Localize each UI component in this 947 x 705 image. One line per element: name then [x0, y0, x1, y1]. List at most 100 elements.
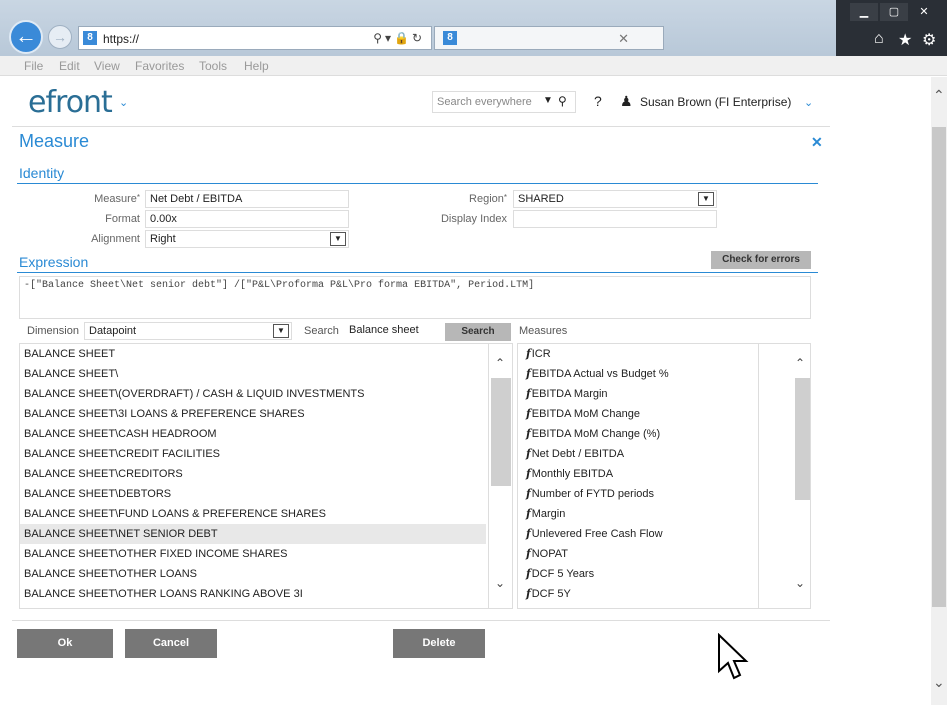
measure-list-item[interactable]: fEBITDA MoM Change (%): [518, 424, 756, 444]
datapoint-list-item[interactable]: BALANCE SHEET\DEBTORS: [20, 484, 486, 504]
maximize-button[interactable]: ▢: [880, 3, 908, 21]
measure-name: DCF 5Y: [531, 588, 571, 600]
scroll-thumb[interactable]: [491, 378, 511, 486]
measure-list-item[interactable]: fDCF 5Y: [518, 584, 756, 604]
star-icon[interactable]: ★: [898, 30, 912, 50]
user-chevron-down-icon[interactable]: ⌄: [804, 96, 813, 109]
display-index-input[interactable]: [513, 210, 717, 228]
scroll-down-icon[interactable]: ⌄: [933, 674, 945, 691]
search-icon[interactable]: ⚲: [558, 94, 567, 108]
measure-list-item[interactable]: fEBITDA MoM Change: [518, 404, 756, 424]
dialog-title: Measure: [19, 131, 90, 151]
scroll-thumb[interactable]: [932, 127, 946, 607]
measures-list-scrollbar[interactable]: ⌃ ⌄: [758, 344, 810, 608]
measure-list-item[interactable]: fDCF 5 Years: [518, 564, 756, 584]
home-icon[interactable]: ⌂: [874, 30, 884, 48]
search-button[interactable]: Search: [445, 323, 511, 341]
menu-edit[interactable]: Edit: [59, 59, 80, 73]
help-icon[interactable]: ?: [594, 93, 602, 109]
scroll-thumb[interactable]: [795, 378, 810, 500]
alignment-select[interactable]: Right ▼: [145, 230, 349, 248]
forward-button[interactable]: →: [48, 25, 72, 49]
search-dropdown-icon[interactable]: ▼: [543, 95, 553, 106]
menu-tools[interactable]: Tools: [199, 59, 227, 73]
scroll-up-icon[interactable]: ⌃: [795, 356, 805, 370]
ok-button[interactable]: Ok: [17, 629, 113, 658]
efront-logo[interactable]: efront: [28, 85, 113, 120]
menu-view[interactable]: View: [94, 59, 120, 73]
measure-list-item[interactable]: fEBITDA Margin: [518, 384, 756, 404]
function-icon: f: [526, 507, 531, 520]
datapoint-list[interactable]: BALANCE SHEET\OTHER LOANS RANKING ABOVE …: [19, 343, 513, 609]
datapoint-list-item[interactable]: BALANCE SHEET\(OVERDRAFT) / CASH & LIQUI…: [20, 384, 486, 404]
datapoint-list-item[interactable]: BALANCE SHEET\OTHER LOANS RANKING ABOVE …: [20, 584, 486, 604]
address-bar[interactable]: 8 https:// ⚲▾🔒↻: [78, 26, 432, 50]
datapoint-list-item[interactable]: BALANCE SHEET\CASH HEADROOM: [20, 424, 486, 444]
region-select[interactable]: SHARED ▼: [513, 190, 717, 208]
address-controls[interactable]: ⚲▾🔒↻: [373, 31, 425, 45]
measure-list-item[interactable]: fICR: [518, 344, 756, 364]
measure-list-item[interactable]: fNOPAT: [518, 544, 756, 564]
page-scrollbar[interactable]: ⌃ ⌄: [931, 77, 947, 705]
measure-name: EBITDA MoM Change: [531, 408, 640, 420]
datapoint-list-scrollbar[interactable]: ⌃ ⌄: [488, 344, 512, 608]
datapoint-list-item[interactable]: BALANCE SHEET\: [20, 364, 486, 384]
measure-list-item[interactable]: fUnlevered Free Cash Flow: [518, 524, 756, 544]
close-window-button[interactable]: ✕: [910, 3, 938, 21]
measure-label: Measure*: [94, 193, 140, 205]
tab-close-icon[interactable]: ✕: [618, 31, 629, 47]
format-input[interactable]: 0.00x: [145, 210, 349, 228]
scroll-up-icon[interactable]: ⌃: [495, 356, 505, 370]
cancel-button[interactable]: Cancel: [125, 629, 217, 658]
dimension-select[interactable]: Datapoint ▼: [84, 322, 292, 340]
datapoint-search-input[interactable]: Balance sheet: [345, 322, 445, 340]
search-label: Search: [304, 325, 339, 337]
back-button[interactable]: ←: [9, 20, 43, 54]
expression-textarea[interactable]: -["Balance Sheet\Net senior debt"] /["P&…: [19, 276, 811, 319]
logo-chevron-down-icon[interactable]: ⌄: [119, 96, 128, 109]
gear-icon[interactable]: ⚙: [922, 30, 936, 50]
measure-input[interactable]: Net Debt / EBITDA: [145, 190, 349, 208]
datapoint-list-item[interactable]: BALANCE SHEET\OTHER LOANS: [20, 564, 486, 584]
measure-list-item[interactable]: fMargin: [518, 504, 756, 524]
datapoint-list-item[interactable]: BALANCE SHEET: [20, 344, 486, 364]
measures-list[interactable]: fDCF 5Y fDCF 5 Years fNOPAT fUnlevered Free…: [517, 343, 811, 609]
alignment-label: Alignment: [91, 233, 140, 245]
scroll-down-icon[interactable]: ⌄: [495, 576, 505, 590]
function-icon: f: [526, 447, 531, 460]
search-placeholder[interactable]: Search everywhere: [437, 96, 532, 108]
datapoint-list-item[interactable]: BALANCE SHEET\NET SENIOR DEBT: [20, 524, 486, 544]
chevron-down-icon[interactable]: ▼: [273, 324, 289, 338]
user-name[interactable]: Susan Brown (FI Enterprise): [640, 95, 791, 109]
menu-favorites[interactable]: Favorites: [135, 59, 184, 73]
datapoint-list-item[interactable]: BALANCE SHEET\OTHER FIXED INCOME SHARES: [20, 544, 486, 564]
datapoint-list-item[interactable]: BALANCE SHEET\FUND LOANS & PREFERENCE SH…: [20, 504, 486, 524]
browser-tab[interactable]: 8 ✕: [434, 26, 664, 50]
minimize-button[interactable]: ▁: [850, 3, 878, 21]
close-icon[interactable]: ✕: [811, 134, 823, 151]
dimension-value: Datapoint: [89, 325, 137, 337]
datapoint-list-item[interactable]: BALANCE SHEET\3I LOANS & PREFERENCE SHAR…: [20, 404, 486, 424]
chevron-down-icon[interactable]: ▼: [330, 232, 346, 246]
identity-divider: [17, 183, 818, 184]
measure-list-item[interactable]: fMonthly EBITDA: [518, 464, 756, 484]
scroll-up-icon[interactable]: ⌃: [933, 87, 945, 104]
chevron-down-icon[interactable]: ▼: [698, 192, 714, 206]
mouse-cursor-icon: [718, 633, 749, 680]
measure-name: EBITDA MoM Change (%): [531, 428, 661, 440]
measure-list-item[interactable]: fNumber of FYTD periods: [518, 484, 756, 504]
dimension-label: Dimension: [27, 325, 79, 337]
global-search[interactable]: Search everywhere ▼ ⚲: [432, 91, 576, 113]
measure-list-item[interactable]: fNet Debt / EBITDA: [518, 444, 756, 464]
function-icon: f: [526, 407, 531, 420]
datapoint-list-item[interactable]: BALANCE SHEET\CREDITORS: [20, 464, 486, 484]
datapoint-list-item[interactable]: BALANCE SHEET\CREDIT FACILITIES: [20, 444, 486, 464]
measure-list-item[interactable]: fEBITDA Actual vs Budget %: [518, 364, 756, 384]
menu-file[interactable]: File: [24, 59, 43, 73]
scroll-down-icon[interactable]: ⌄: [795, 576, 805, 590]
menu-help[interactable]: Help: [244, 59, 269, 73]
check-errors-button[interactable]: Check for errors: [711, 251, 811, 269]
measure-name: Monthly EBITDA: [531, 468, 614, 480]
delete-button[interactable]: Delete: [393, 629, 485, 658]
region-value: SHARED: [518, 193, 564, 205]
